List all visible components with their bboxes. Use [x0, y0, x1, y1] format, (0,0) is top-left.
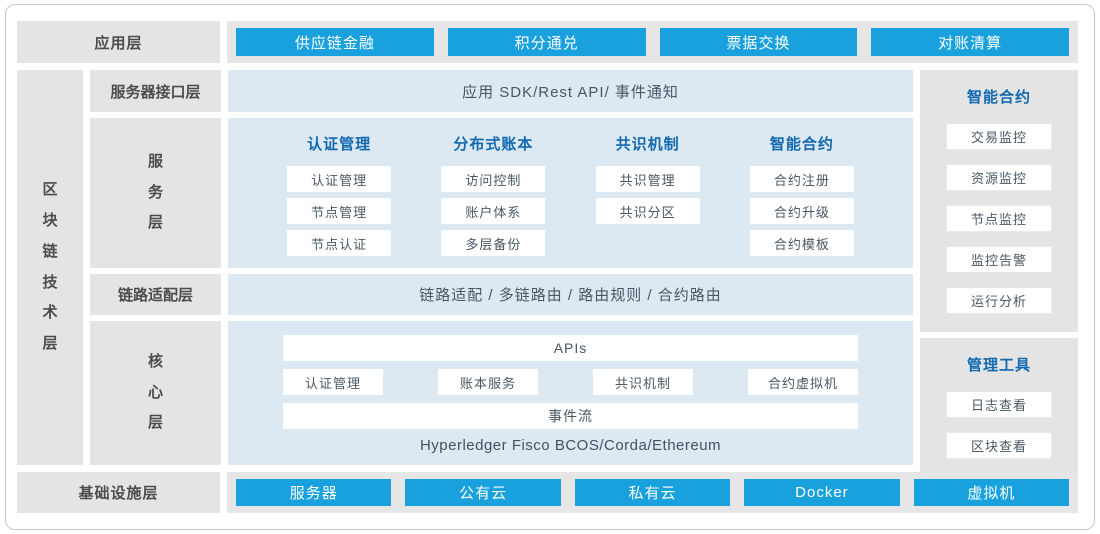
tool-item: 日志查看: [946, 391, 1052, 418]
core-module: 共识机制: [593, 369, 693, 395]
service-column-title: 分布式账本: [453, 133, 533, 154]
service-item: 账户体系: [441, 198, 545, 224]
service-item: 共识管理: [596, 166, 700, 192]
infrastructure-layer-row: 基础设施层 服务器 公有云 私有云 Docker 虚拟机: [17, 472, 1078, 513]
core-layer-label: 核心层: [90, 321, 221, 465]
service-column-auth: 认证管理 认证管理 节点管理 节点认证: [262, 133, 416, 268]
core-layer-inner: APIs 认证管理 账本服务 共识机制 合约虚拟机 事件流 Hyperledge…: [228, 321, 913, 465]
server-interface-layer-label: 服务器接口层: [90, 70, 221, 112]
infra-item-vm: 虚拟机: [914, 479, 1069, 506]
app-item-reconciliation: 对账清算: [871, 28, 1069, 56]
monitor-item: 节点监控: [946, 205, 1052, 232]
server-interface-layer-content: 应用 SDK/Rest API/ 事件通知: [228, 70, 913, 112]
service-item: 合约注册: [750, 166, 854, 192]
core-module: 认证管理: [283, 369, 383, 395]
application-layer-label: 应用层: [17, 21, 220, 63]
apis-bar: APIs: [283, 335, 858, 361]
service-item: 节点认证: [287, 230, 391, 256]
monitor-item: 交易监控: [946, 123, 1052, 150]
blockchain-technology-area: 区块链技术层 服务器接口层 服务层 链路适配层 核心层 应用 SDK/Rest …: [17, 70, 1078, 465]
layers-content-column: 应用 SDK/Rest API/ 事件通知 认证管理 认证管理 节点管理 节点认…: [228, 70, 913, 465]
service-column-ledger: 分布式账本 访问控制 账户体系 多层备份: [416, 133, 570, 268]
service-item: 合约模板: [750, 230, 854, 256]
architecture-diagram: 应用层 供应链金融 积分通兑 票据交换 对账清算 区块链技术层 服务器接口层 服…: [0, 0, 1100, 534]
service-column-title: 认证管理: [307, 133, 371, 154]
application-buttons-strip: 供应链金融 积分通兑 票据交换 对账清算: [227, 21, 1078, 63]
link-adaptation-layer-content: 链路适配 / 多链路由 / 路由规则 / 合约路由: [228, 274, 913, 315]
service-column-title: 智能合约: [770, 133, 834, 154]
service-item: 合约升级: [750, 198, 854, 224]
management-tools-panel: 管理工具 日志查看 区块查看: [920, 338, 1078, 475]
application-layer-row: 应用层 供应链金融 积分通兑 票据交换 对账清算: [17, 21, 1078, 63]
infra-item-docker: Docker: [744, 479, 899, 506]
core-module: 合约虚拟机: [748, 369, 858, 395]
service-item: 节点管理: [287, 198, 391, 224]
core-platforms-text: Hyperledger Fisco BCOS/Corda/Ethereum: [283, 437, 858, 454]
infrastructure-layer-label: 基础设施层: [17, 472, 220, 513]
core-module: 账本服务: [438, 369, 538, 395]
infra-item-private-cloud: 私有云: [575, 479, 730, 506]
app-item-supply-chain-finance: 供应链金融: [236, 28, 434, 56]
blockchain-technology-layer-label: 区块链技术层: [17, 70, 83, 465]
sublayer-labels-column: 服务器接口层 服务层 链路适配层 核心层: [90, 70, 221, 465]
smart-contract-monitor-panel: 智能合约 交易监控 资源监控 节点监控 监控告警 运行分析: [920, 70, 1078, 332]
monitor-item: 监控告警: [946, 246, 1052, 273]
panel-title: 管理工具: [967, 354, 1031, 375]
service-item: 认证管理: [287, 166, 391, 192]
service-column-smart-contract: 智能合约 合约注册 合约升级 合约模板: [725, 133, 879, 268]
event-stream-bar: 事件流: [283, 403, 858, 429]
infra-item-server: 服务器: [236, 479, 391, 506]
service-layer-grid: 认证管理 认证管理 节点管理 节点认证 分布式账本 访问控制 账户体系 多层备份: [228, 118, 913, 268]
infra-item-public-cloud: 公有云: [405, 479, 560, 506]
monitor-item: 运行分析: [946, 287, 1052, 314]
core-layer-panel: APIs 认证管理 账本服务 共识机制 合约虚拟机 事件流 Hyperledge…: [228, 321, 913, 465]
infrastructure-buttons-strip: 服务器 公有云 私有云 Docker 虚拟机: [227, 472, 1078, 513]
tool-item: 区块查看: [946, 432, 1052, 459]
service-item: 共识分区: [596, 198, 700, 224]
service-column-title: 共识机制: [616, 133, 680, 154]
service-layer-panel: 认证管理 认证管理 节点管理 节点认证 分布式账本 访问控制 账户体系 多层备份: [228, 118, 913, 268]
service-item: 多层备份: [441, 230, 545, 256]
monitor-item: 资源监控: [946, 164, 1052, 191]
diagram-frame: 应用层 供应链金融 积分通兑 票据交换 对账清算 区块链技术层 服务器接口层 服…: [5, 4, 1095, 530]
service-layer-label: 服务层: [90, 118, 221, 268]
panel-title: 智能合约: [967, 86, 1031, 107]
link-adaptation-layer-label: 链路适配层: [90, 274, 221, 315]
right-tools-column: 智能合约 交易监控 资源监控 节点监控 监控告警 运行分析 管理工具 日志查看 …: [920, 70, 1078, 465]
core-modules-row: 认证管理 账本服务 共识机制 合约虚拟机: [283, 369, 858, 395]
service-column-consensus: 共识机制 共识管理 共识分区: [571, 133, 725, 268]
app-item-bill-exchange: 票据交换: [660, 28, 858, 56]
service-item: 访问控制: [441, 166, 545, 192]
app-item-points-exchange: 积分通兑: [448, 28, 646, 56]
